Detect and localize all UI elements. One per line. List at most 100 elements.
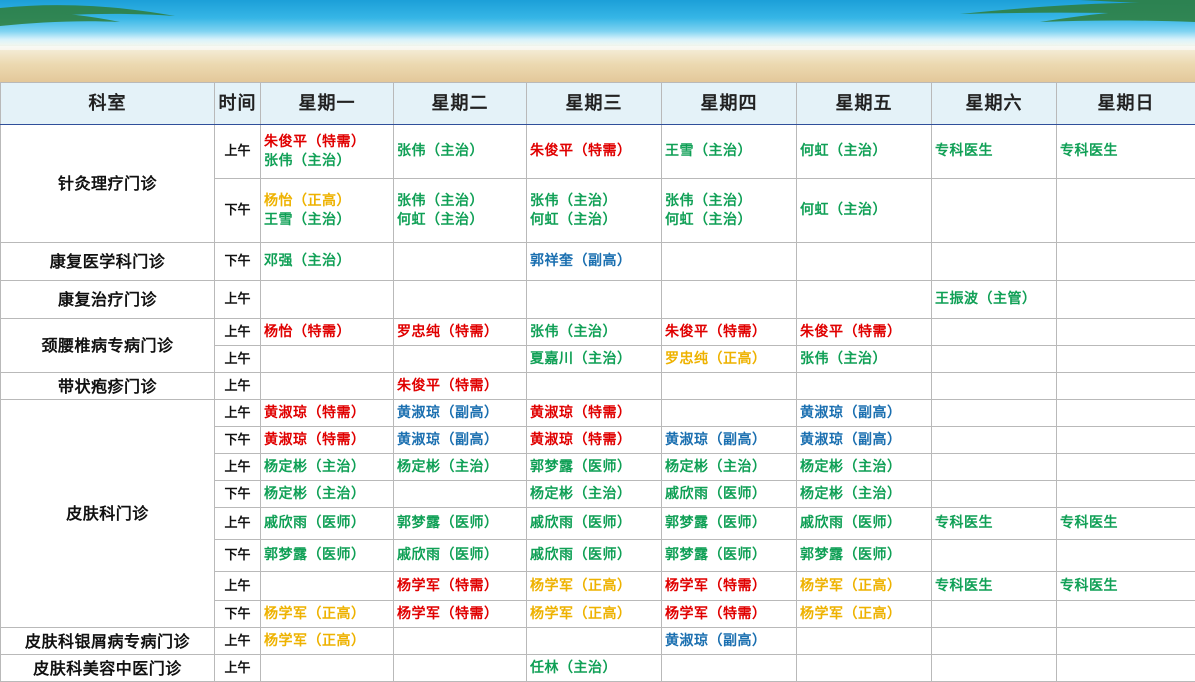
schedule-cell: 黄淑琼（特需） — [527, 400, 662, 427]
schedule-cell — [1057, 481, 1195, 508]
schedule-cell — [932, 655, 1057, 682]
doctor-entry: 杨学军（正高） — [530, 577, 661, 596]
doctor-entry: 黄淑琼（特需） — [530, 431, 661, 450]
schedule-cell: 朱俊平（特需） — [394, 373, 527, 400]
schedule-cell: 黄淑琼（特需） — [261, 400, 394, 427]
doctor-entry: 戚欣雨（医师） — [397, 546, 526, 565]
doctor-entry: 杨学军（特需） — [665, 605, 796, 624]
schedule-cell: 夏嘉川（主治） — [527, 346, 662, 373]
schedule-cell: 罗忠纯（特需） — [394, 319, 527, 346]
schedule-cell: 专科医生 — [1057, 572, 1195, 601]
department-name: 带状疱疹门诊 — [1, 373, 215, 400]
schedule-cell: 专科医生 — [1057, 125, 1195, 179]
doctor-entry: 杨定彬（主治） — [264, 485, 393, 504]
doctor-entry: 专科医生 — [1060, 514, 1195, 533]
schedule-cell — [662, 373, 797, 400]
session-time: 下午 — [215, 179, 261, 243]
doctor-entry: 朱俊平（特需） — [665, 323, 796, 342]
doctor-entry: 张伟（主治） — [530, 192, 661, 211]
schedule-cell — [932, 346, 1057, 373]
doctor-entry: 黄淑琼（副高） — [800, 404, 931, 423]
doctor-entry: 任林（主治） — [530, 659, 661, 678]
session-time: 上午 — [215, 373, 261, 400]
doctor-entry: 黄淑琼（副高） — [665, 431, 796, 450]
header-day-wed: 星期三 — [527, 83, 662, 125]
schedule-cell: 张伟（主治） — [527, 319, 662, 346]
schedule-cell: 杨定彬（主治） — [394, 454, 527, 481]
doctor-entry: 专科医生 — [1060, 577, 1195, 596]
header-time: 时间 — [215, 83, 261, 125]
schedule-cell: 杨学军（正高） — [261, 601, 394, 628]
doctor-entry: 专科医生 — [1060, 142, 1195, 161]
doctor-entry: 王雪（主治） — [665, 142, 796, 161]
doctor-entry: 杨学军（特需） — [665, 577, 796, 596]
schedule-cell: 专科医生 — [1057, 508, 1195, 540]
schedule-cell — [261, 655, 394, 682]
session-time: 上午 — [215, 346, 261, 373]
schedule-body: 针灸理疗门诊上午朱俊平（特需）张伟（主治）张伟（主治）朱俊平（特需）王雪（主治）… — [1, 125, 1195, 682]
session-time: 上午 — [215, 572, 261, 601]
schedule-cell — [932, 179, 1057, 243]
header-day-mon: 星期一 — [261, 83, 394, 125]
department-name: 皮肤科银屑病专病门诊 — [1, 628, 215, 655]
doctor-entry: 杨学军（特需） — [397, 605, 526, 624]
schedule-cell: 杨定彬（主治） — [797, 454, 932, 481]
doctor-entry: 杨定彬（主治） — [397, 458, 526, 477]
schedule-cell — [1057, 243, 1195, 281]
doctor-entry: 戚欣雨（医师） — [530, 546, 661, 565]
doctor-entry: 杨学军（正高） — [530, 605, 661, 624]
doctor-entry: 戚欣雨（医师） — [264, 514, 393, 533]
schedule-cell: 张伟（主治） — [394, 125, 527, 179]
doctor-entry: 杨怡（正高） — [264, 192, 393, 211]
beach-banner — [0, 0, 1195, 82]
schedule-cell — [1057, 400, 1195, 427]
schedule-cell: 杨学军（正高） — [797, 601, 932, 628]
department-name: 针灸理疗门诊 — [1, 125, 215, 243]
doctor-entry: 张伟（主治） — [397, 142, 526, 161]
schedule-cell — [932, 373, 1057, 400]
doctor-entry: 朱俊平（特需） — [530, 142, 661, 161]
doctor-entry: 何虹（主治） — [665, 211, 796, 230]
schedule-cell — [394, 655, 527, 682]
schedule-cell: 何虹（主治） — [797, 125, 932, 179]
session-time: 下午 — [215, 540, 261, 572]
schedule-cell — [1057, 319, 1195, 346]
schedule-cell — [932, 540, 1057, 572]
doctor-entry: 朱俊平（特需） — [397, 377, 526, 396]
schedule-cell: 杨学军（特需） — [662, 601, 797, 628]
schedule-cell — [932, 243, 1057, 281]
schedule-cell: 王雪（主治） — [662, 125, 797, 179]
schedule-cell: 戚欣雨（医师） — [527, 540, 662, 572]
doctor-entry: 杨怡（特需） — [264, 323, 393, 342]
schedule-cell: 杨怡（正高）王雪（主治） — [261, 179, 394, 243]
header-day-sat: 星期六 — [932, 83, 1057, 125]
header-day-sun: 星期日 — [1057, 83, 1195, 125]
schedule-cell: 杨定彬（主治） — [527, 481, 662, 508]
doctor-entry: 张伟（主治） — [800, 350, 931, 369]
schedule-cell: 戚欣雨（医师） — [394, 540, 527, 572]
session-time: 上午 — [215, 125, 261, 179]
header-day-fri: 星期五 — [797, 83, 932, 125]
schedule-cell — [662, 400, 797, 427]
session-time: 下午 — [215, 427, 261, 454]
department-name: 康复治疗门诊 — [1, 281, 215, 319]
doctor-entry: 张伟（主治） — [397, 192, 526, 211]
doctor-entry: 专科医生 — [935, 577, 1056, 596]
schedule-cell — [527, 628, 662, 655]
schedule-cell — [797, 373, 932, 400]
schedule-cell: 黄淑琼（副高） — [394, 427, 527, 454]
schedule-row: 带状疱疹门诊上午 朱俊平（特需） — [1, 373, 1195, 400]
header-row: 科室 时间 星期一 星期二 星期三 星期四 星期五 星期六 星期日 — [1, 83, 1195, 125]
schedule-cell — [1057, 628, 1195, 655]
doctor-entry: 杨学军（正高） — [800, 577, 931, 596]
schedule-cell — [394, 243, 527, 281]
schedule-cell — [394, 346, 527, 373]
schedule-cell — [932, 319, 1057, 346]
doctor-entry: 罗忠纯（正高） — [665, 350, 796, 369]
schedule-cell — [261, 281, 394, 319]
schedule-cell: 黄淑琼（副高） — [394, 400, 527, 427]
schedule-cell: 专科医生 — [932, 508, 1057, 540]
doctor-entry: 张伟（主治） — [264, 152, 393, 171]
schedule-cell: 朱俊平（特需） — [662, 319, 797, 346]
schedule-cell — [1057, 655, 1195, 682]
